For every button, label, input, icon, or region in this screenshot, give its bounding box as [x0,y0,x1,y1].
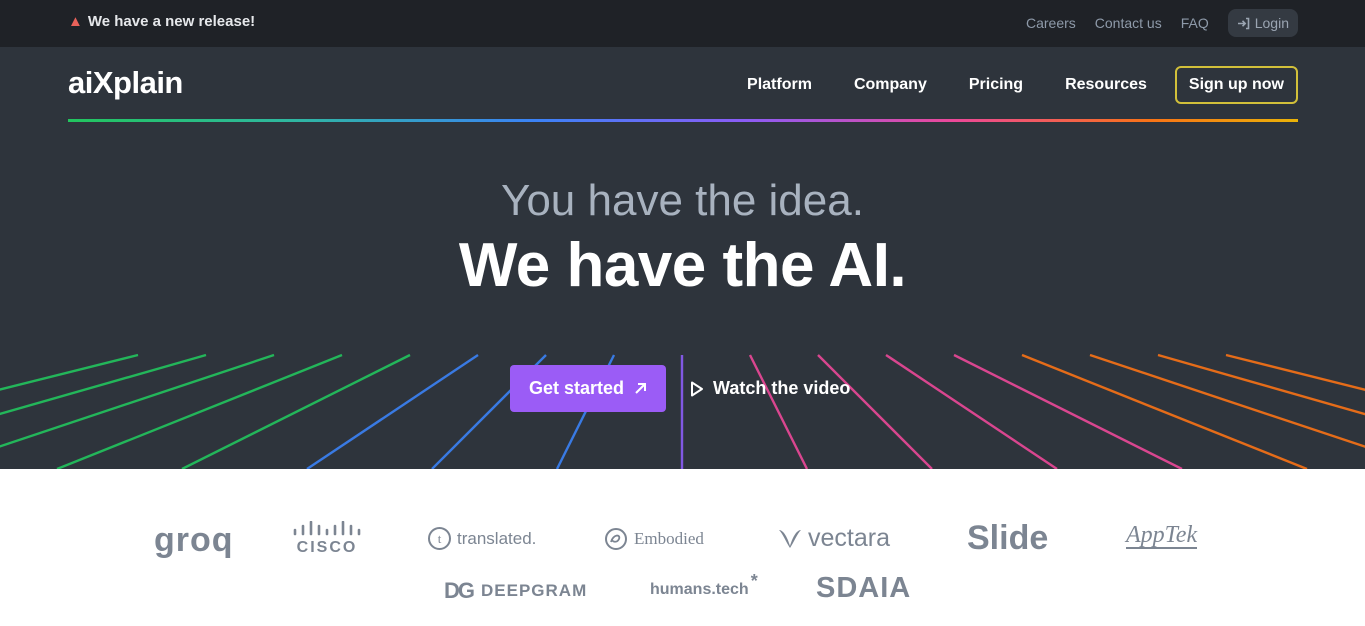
asterisk-icon: * [750,571,758,591]
grid-vertical-line [306,354,479,469]
play-icon [691,381,703,396]
grid-vertical-line [1089,353,1365,448]
grid-vertical-line [0,353,275,448]
vectara-logo: vectara [778,524,890,553]
release-announcement[interactable]: ▲ We have a new release! [68,13,255,30]
login-arrow-icon [1237,17,1250,29]
arrow-up-right-icon [635,383,647,394]
groq-logo: groq [154,521,234,559]
cisco-bars-icon [293,521,361,536]
deepgram-logo: DG DEEPGRAM [444,578,588,603]
headline-line-1: You have the idea. [501,176,864,225]
embodied-logo: Embodied [604,527,704,551]
vectara-v-icon [779,529,801,548]
get-started-button[interactable]: Get started [510,365,666,412]
contact-us-link[interactable]: Contact us [1095,15,1162,31]
watch-video-label: Watch the video [713,378,851,398]
slide-logo: Slide [967,519,1049,557]
sdaia-logo: SDAIA [816,572,912,604]
deepgram-dg-icon: DG [444,578,475,603]
nav-platform[interactable]: Platform [747,76,812,94]
login-label: Login [1254,15,1289,31]
translated-t-icon: t [428,527,451,550]
grid-vertical-line [181,353,411,469]
embodied-swirl-icon [605,528,627,550]
headline-line-2: We have the AI. [458,231,907,300]
cisco-logo: CISCO [292,521,362,557]
top-announcement-bar: ▲ We have a new release! Careers Contact… [0,0,1365,47]
rainbow-divider [68,119,1298,122]
sign-up-button[interactable]: Sign up now [1174,66,1298,104]
careers-link[interactable]: Careers [1026,15,1076,31]
grid-vertical-line [885,354,1058,469]
top-links: Careers Contact us FAQ Login [1007,9,1298,37]
main-nav: Platform Company Pricing Resources Sign … [705,66,1298,104]
login-button[interactable]: Login [1227,9,1298,37]
nav-pricing[interactable]: Pricing [969,76,1023,94]
nav-resources[interactable]: Resources [1065,76,1147,94]
announcement-text: We have a new release! [87,13,256,30]
faq-link[interactable]: FAQ [1181,15,1209,31]
apptek-logo: AppTek [1126,522,1198,549]
aixplain-logo[interactable]: aiXplain [68,65,183,101]
grid-vertical-line [0,353,139,391]
hero-section: aiXplain Platform Company Pricing Resour… [0,47,1365,469]
grid-vertical-line [1225,353,1365,391]
party-popper-icon: ▲ [68,13,83,30]
grid-vertical-line [953,353,1183,469]
translated-logo: t translated. [428,527,536,550]
humans-tech-logo: humans.tech * [650,571,758,598]
get-started-label: Get started [528,378,625,398]
watch-video-link[interactable]: Watch the video [690,365,850,412]
nav-company[interactable]: Company [854,76,927,94]
partner-logos: groq CISCO t translated. Embodied vectar… [0,469,1365,626]
